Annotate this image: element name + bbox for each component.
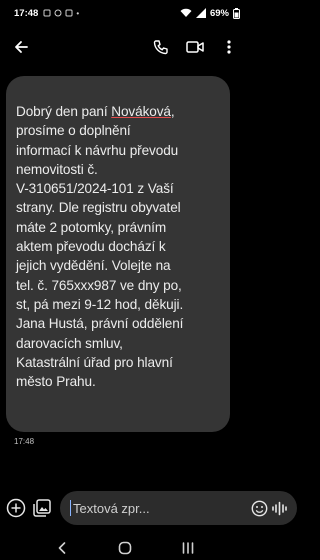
message-timestamp: 17:48 bbox=[14, 437, 35, 446]
message-body: , prosíme o doplnění informací k návrhu … bbox=[16, 104, 184, 390]
status-time: 17:48 bbox=[14, 7, 39, 19]
voice-waveform-icon[interactable] bbox=[269, 498, 289, 518]
nav-home-icon[interactable] bbox=[114, 537, 136, 559]
more-vertical-icon[interactable] bbox=[218, 36, 240, 58]
notification-dot-icon bbox=[43, 9, 51, 17]
battery-level: 69% bbox=[209, 7, 229, 19]
video-call-icon[interactable] bbox=[184, 36, 206, 58]
compose-bar bbox=[0, 490, 297, 526]
recipient-name: Nováková bbox=[111, 104, 171, 119]
text-cursor bbox=[70, 500, 71, 516]
gallery-icon[interactable] bbox=[32, 496, 52, 520]
notification-dot-icon bbox=[65, 9, 73, 17]
notification-dot-icon bbox=[54, 9, 62, 17]
notification-icons: • bbox=[43, 9, 79, 18]
more-notifications-icon: • bbox=[76, 8, 80, 18]
signal-icon bbox=[195, 8, 206, 18]
wifi-icon bbox=[180, 8, 192, 17]
emoji-icon[interactable] bbox=[249, 498, 269, 518]
top-app-bar bbox=[0, 28, 250, 66]
nav-back-icon[interactable] bbox=[51, 537, 73, 559]
message-input[interactable] bbox=[73, 500, 249, 516]
phone-icon[interactable] bbox=[150, 36, 172, 58]
add-circle-icon[interactable] bbox=[6, 496, 26, 520]
system-navigation-bar bbox=[0, 536, 250, 560]
message-greeting: Dobrý den paní bbox=[16, 104, 112, 119]
nav-recents-icon[interactable] bbox=[177, 537, 199, 559]
message-text: Dobrý den paní Nováková, prosíme o dopln… bbox=[16, 102, 222, 391]
message-bubble[interactable]: Dobrý den paní Nováková, prosíme o dopln… bbox=[6, 76, 230, 432]
status-bar: 17:48 • 69% bbox=[0, 0, 250, 26]
back-arrow-icon[interactable] bbox=[10, 36, 32, 58]
message-input-field[interactable] bbox=[60, 491, 297, 525]
battery-icon bbox=[233, 7, 240, 19]
